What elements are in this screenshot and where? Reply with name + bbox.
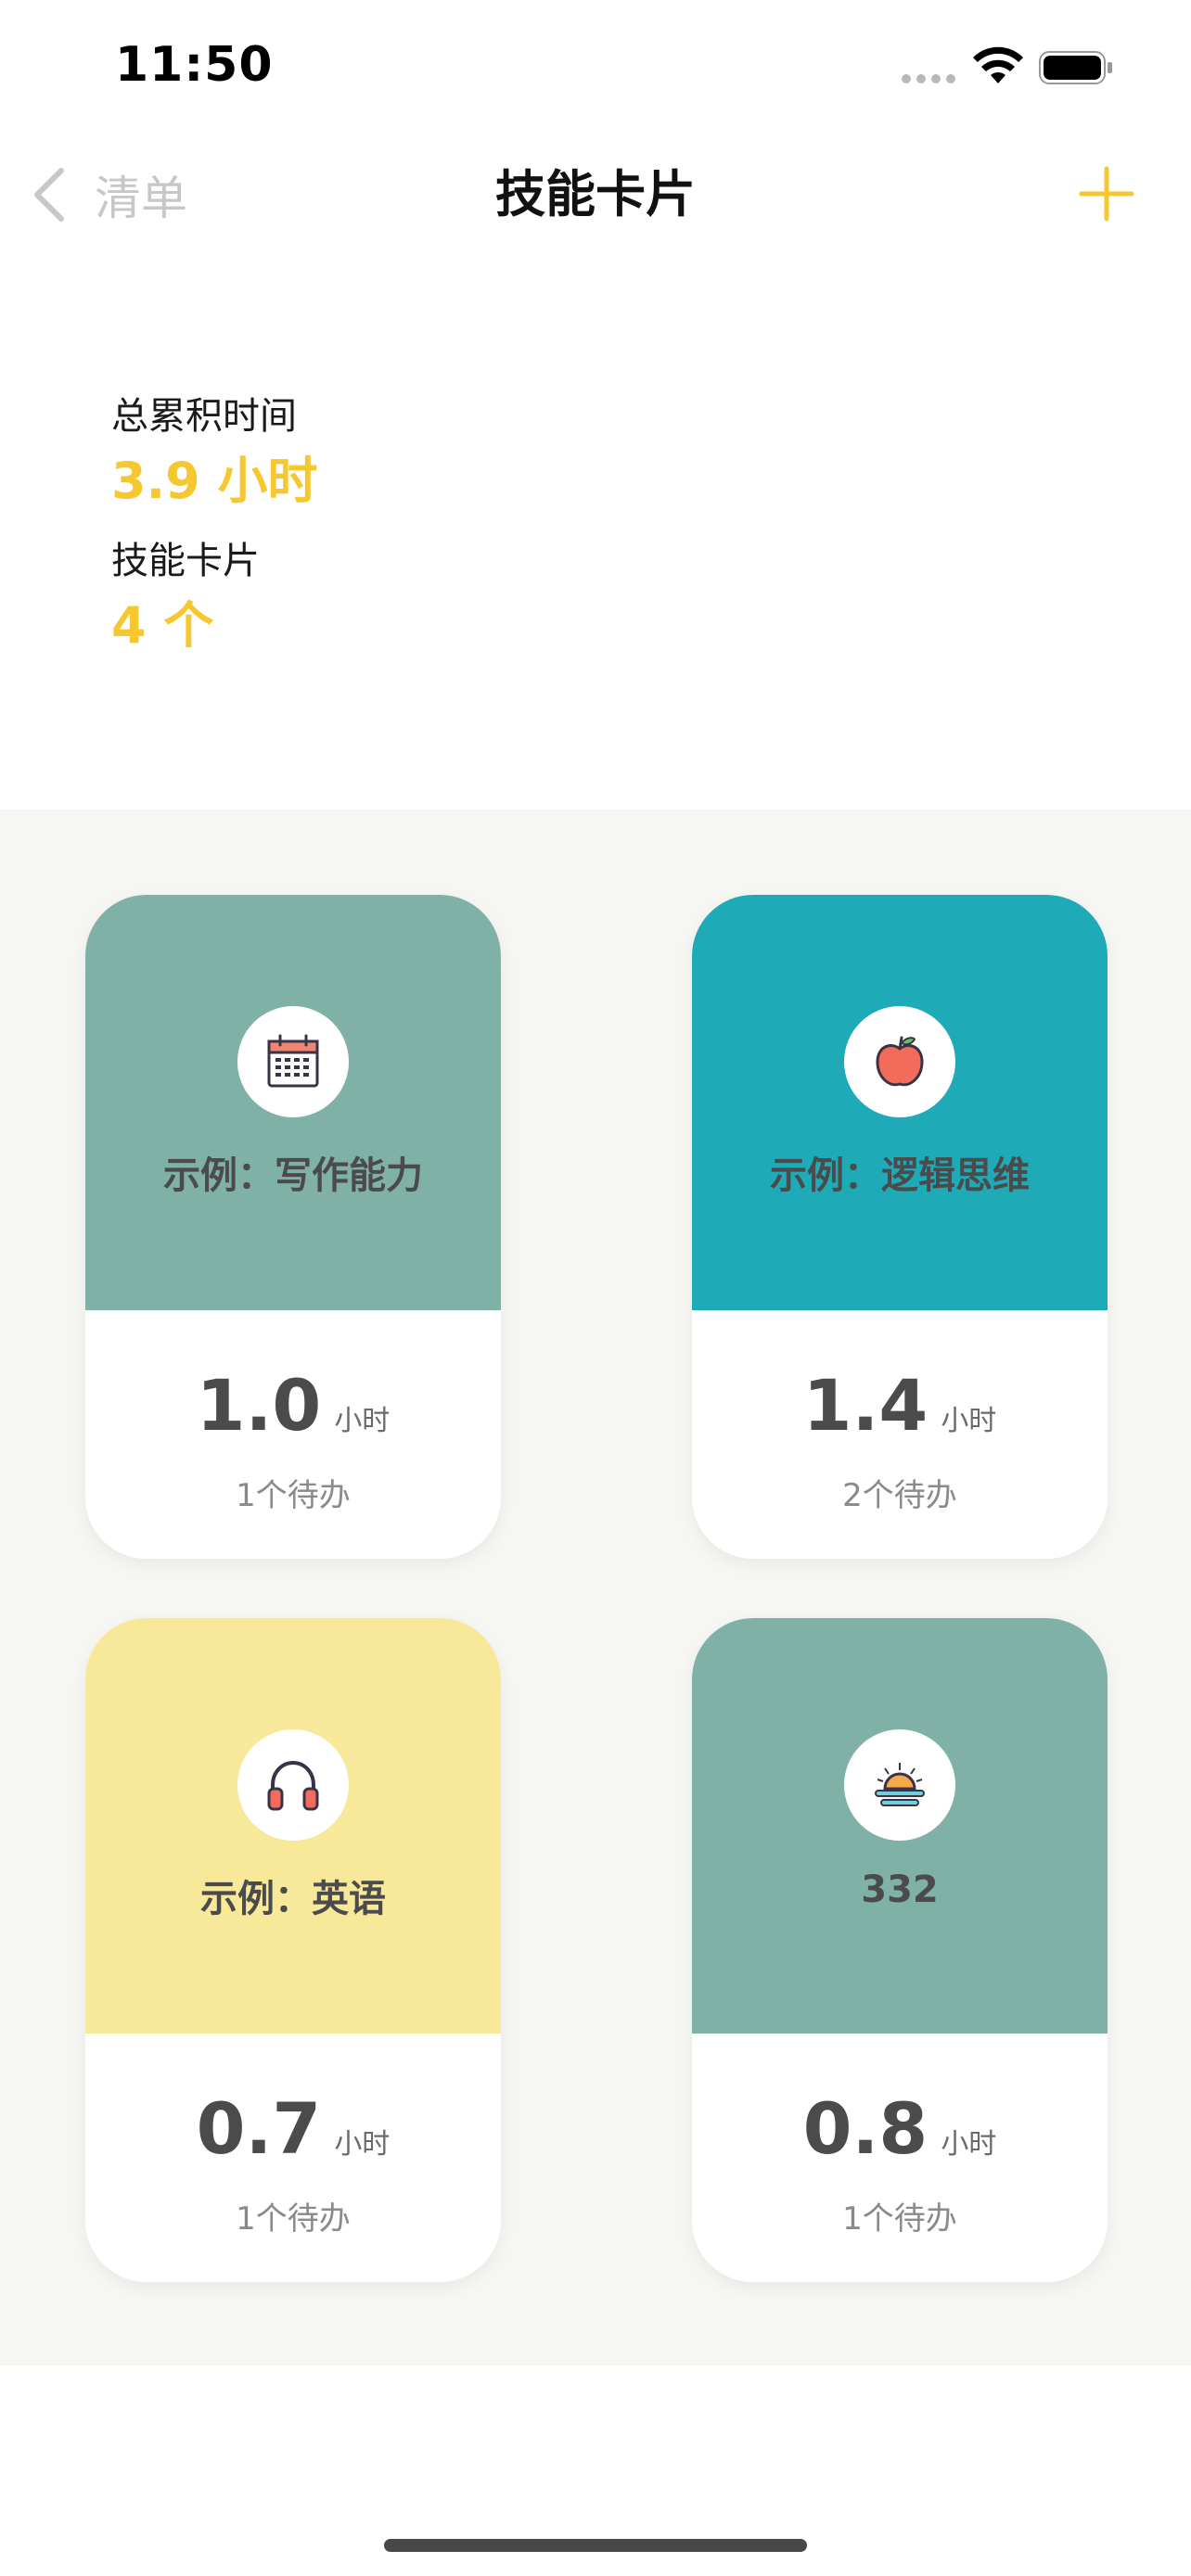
card-hours: 1.0 bbox=[196, 1364, 322, 1447]
skill-card[interactable]: 示例：写作能力 1.0 小时 1个待办 bbox=[85, 895, 501, 1559]
card-hours-unit: 小时 bbox=[941, 2128, 997, 2161]
card-hours-row: 0.7 小时 bbox=[85, 2087, 501, 2170]
home-indicator[interactable] bbox=[384, 2539, 807, 2552]
headphones-icon bbox=[267, 1760, 319, 1811]
card-todo-count: 1个待办 bbox=[842, 2200, 957, 2238]
card-todo-count: 1个待办 bbox=[236, 1477, 351, 1514]
card-hours-row: 1.0 小时 bbox=[85, 1364, 501, 1447]
chevron-left-icon bbox=[34, 168, 64, 222]
card-stats: 1.0 小时 1个待办 bbox=[85, 1310, 501, 1559]
sunset-icon bbox=[875, 1763, 925, 1806]
wifi-icon bbox=[973, 46, 1023, 83]
card-name: 示例：写作能力 bbox=[163, 1154, 423, 1197]
card-stats: 0.8 小时 1个待办 bbox=[692, 2034, 1108, 2282]
back-button-label: 清单 bbox=[95, 172, 187, 225]
battery-icon bbox=[1039, 51, 1112, 84]
card-header: 示例：写作能力 bbox=[85, 895, 501, 1310]
skill-card[interactable]: 332 0.8 小时 1个待办 bbox=[692, 1618, 1108, 2282]
card-icon-badge bbox=[237, 1006, 349, 1117]
cards-count-label: 技能卡片 bbox=[111, 540, 260, 582]
calendar-icon bbox=[267, 1034, 319, 1088]
cards-count-value: 4 个 bbox=[111, 596, 214, 655]
card-name: 示例：逻辑思维 bbox=[770, 1154, 1030, 1197]
skill-card[interactable]: 示例：英语 0.7 小时 1个待办 bbox=[85, 1618, 501, 2282]
card-stats: 0.7 小时 1个待办 bbox=[85, 2034, 501, 2282]
card-hours: 0.8 bbox=[802, 2087, 928, 2170]
navigation-bar: 技能卡片 清单 bbox=[0, 139, 1191, 250]
card-icon-badge bbox=[237, 1729, 349, 1841]
card-hours-unit: 小时 bbox=[334, 2128, 391, 2161]
skill-cards-grid: 示例：写作能力 1.0 小时 1个待办 示例：逻辑思维 1.4 小时 2个待办 … bbox=[0, 810, 1191, 2366]
status-bar: 11:50 bbox=[0, 0, 1191, 130]
card-hours-row: 0.8 小时 bbox=[692, 2087, 1108, 2170]
card-hours-unit: 小时 bbox=[941, 1405, 997, 1437]
card-icon-badge bbox=[844, 1006, 955, 1117]
apple-icon bbox=[876, 1036, 924, 1087]
total-time-value: 3.9 小时 bbox=[111, 452, 318, 510]
card-hours: 1.4 bbox=[802, 1364, 928, 1447]
add-icon[interactable] bbox=[1076, 163, 1137, 224]
summary-section: 总累积时间 3.9 小时 技能卡片 4 个 bbox=[111, 389, 317, 679]
back-button[interactable]: 清单 bbox=[28, 158, 187, 232]
card-name: 332 bbox=[861, 1868, 939, 1911]
card-icon-badge bbox=[844, 1729, 955, 1841]
skill-card[interactable]: 示例：逻辑思维 1.4 小时 2个待办 bbox=[692, 895, 1108, 1559]
card-name: 示例：英语 bbox=[200, 1878, 386, 1920]
card-stats: 1.4 小时 2个待办 bbox=[692, 1310, 1108, 1559]
status-time: 11:50 bbox=[115, 37, 274, 93]
card-todo-count: 1个待办 bbox=[236, 2200, 351, 2238]
card-hours-unit: 小时 bbox=[334, 1405, 391, 1437]
cellular-signal-icon bbox=[902, 74, 957, 83]
card-header: 332 bbox=[692, 1618, 1108, 2034]
card-header: 示例：逻辑思维 bbox=[692, 895, 1108, 1310]
card-todo-count: 2个待办 bbox=[842, 1477, 957, 1514]
total-time-label: 总累积时间 bbox=[111, 395, 297, 438]
card-hours-row: 1.4 小时 bbox=[692, 1364, 1108, 1447]
card-hours: 0.7 bbox=[196, 2087, 322, 2170]
card-header: 示例：英语 bbox=[85, 1618, 501, 2034]
